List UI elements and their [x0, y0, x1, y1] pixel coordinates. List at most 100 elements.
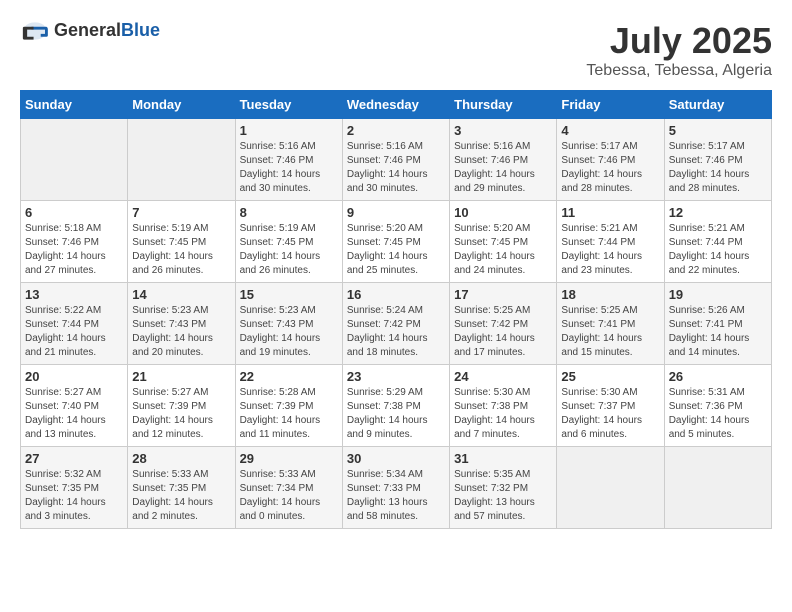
day-cell: 23 Sunrise: 5:29 AMSunset: 7:38 PMDayligh… — [342, 365, 449, 447]
day-number: 16 — [347, 287, 445, 302]
day-number: 22 — [240, 369, 338, 384]
day-detail: Sunrise: 5:19 AMSunset: 7:45 PMDaylight:… — [132, 222, 230, 278]
day-detail: Sunrise: 5:30 AMSunset: 7:38 PMDaylight:… — [454, 386, 552, 442]
day-number: 29 — [240, 451, 338, 466]
day-number: 2 — [347, 123, 445, 138]
day-detail: Sunrise: 5:26 AMSunset: 7:41 PMDaylight:… — [669, 304, 767, 360]
day-number: 24 — [454, 369, 552, 384]
day-cell: 5Sunrise: 5:17 AMSunset: 7:46 PMDaylight… — [664, 119, 771, 201]
day-number: 31 — [454, 451, 552, 466]
day-detail: Sunrise: 5:32 AMSunset: 7:35 PMDaylight:… — [25, 468, 123, 524]
day-number: 25 — [561, 369, 659, 384]
day-number: 11 — [561, 205, 659, 220]
day-detail: Sunrise: 5:31 AMSunset: 7:36 PMDaylight:… — [669, 386, 767, 442]
day-cell: 29 Sunrise: 5:33 AMSunset: 7:34 PMDayligh… — [235, 447, 342, 529]
day-cell: 4Sunrise: 5:17 AMSunset: 7:46 PMDaylight… — [557, 119, 664, 201]
week-row-1: 6 Sunrise: 5:18 AMSunset: 7:46 PMDaylight… — [21, 201, 772, 283]
day-number: 23 — [347, 369, 445, 384]
day-detail: Sunrise: 5:23 AMSunset: 7:43 PMDaylight:… — [132, 304, 230, 360]
logo-text: GeneralBlue — [54, 20, 160, 41]
day-cell: 8 Sunrise: 5:19 AMSunset: 7:45 PMDaylight… — [235, 201, 342, 283]
day-detail: Sunrise: 5:21 AMSunset: 7:44 PMDaylight:… — [561, 222, 659, 278]
header-sunday: Sunday — [21, 91, 128, 119]
header-monday: Monday — [128, 91, 235, 119]
day-detail: Sunrise: 5:18 AMSunset: 7:46 PMDaylight:… — [25, 222, 123, 278]
day-cell: 30 Sunrise: 5:34 AMSunset: 7:33 PMDayligh… — [342, 447, 449, 529]
header-tuesday: Tuesday — [235, 91, 342, 119]
calendar-table: Sunday Monday Tuesday Wednesday Thursday… — [20, 90, 772, 529]
day-detail: Sunrise: 5:17 AMSunset: 7:46 PMDaylight:… — [561, 140, 659, 196]
day-cell: 6 Sunrise: 5:18 AMSunset: 7:46 PMDaylight… — [21, 201, 128, 283]
day-number: 18 — [561, 287, 659, 302]
day-cell: 19 Sunrise: 5:26 AMSunset: 7:41 PMDayligh… — [664, 283, 771, 365]
day-cell: 13 Sunrise: 5:22 AMSunset: 7:44 PMDayligh… — [21, 283, 128, 365]
header-thursday: Thursday — [450, 91, 557, 119]
day-number: 9 — [347, 205, 445, 220]
day-cell: 18 Sunrise: 5:25 AMSunset: 7:41 PMDayligh… — [557, 283, 664, 365]
day-cell: 16Sunrise: 5:24 AMSunset: 7:42 PMDayligh… — [342, 283, 449, 365]
week-row-3: 20Sunrise: 5:27 AMSunset: 7:40 PMDayligh… — [21, 365, 772, 447]
day-cell: 17 Sunrise: 5:25 AMSunset: 7:42 PMDayligh… — [450, 283, 557, 365]
day-detail: Sunrise: 5:19 AMSunset: 7:45 PMDaylight:… — [240, 222, 338, 278]
header-row: Sunday Monday Tuesday Wednesday Thursday… — [21, 91, 772, 119]
day-cell — [128, 119, 235, 201]
day-detail: Sunrise: 5:23 AMSunset: 7:43 PMDaylight:… — [240, 304, 338, 360]
day-number: 17 — [454, 287, 552, 302]
day-cell: 1 Sunrise: 5:16 AMSunset: 7:46 PMDaylight… — [235, 119, 342, 201]
week-row-2: 13 Sunrise: 5:22 AMSunset: 7:44 PMDayligh… — [21, 283, 772, 365]
day-number: 20 — [25, 369, 123, 384]
logo-icon — [20, 21, 50, 41]
day-cell: 26 Sunrise: 5:31 AMSunset: 7:36 PMDayligh… — [664, 365, 771, 447]
day-cell — [21, 119, 128, 201]
day-detail: Sunrise: 5:25 AMSunset: 7:42 PMDaylight:… — [454, 304, 552, 360]
day-detail: Sunrise: 5:29 AMSunset: 7:38 PMDaylight:… — [347, 386, 445, 442]
day-cell: 15Sunrise: 5:23 AMSunset: 7:43 PMDayligh… — [235, 283, 342, 365]
day-cell: 24 Sunrise: 5:30 AMSunset: 7:38 PMDayligh… — [450, 365, 557, 447]
day-detail: Sunrise: 5:22 AMSunset: 7:44 PMDaylight:… — [25, 304, 123, 360]
day-cell: 21 Sunrise: 5:27 AMSunset: 7:39 PMDayligh… — [128, 365, 235, 447]
day-cell: 12 Sunrise: 5:21 AMSunset: 7:44 PMDayligh… — [664, 201, 771, 283]
week-row-4: 27Sunrise: 5:32 AMSunset: 7:35 PMDayligh… — [21, 447, 772, 529]
month-title: July 2025 — [586, 20, 772, 62]
day-cell: 7 Sunrise: 5:19 AMSunset: 7:45 PMDaylight… — [128, 201, 235, 283]
page-header: GeneralBlue July 2025 Tebessa, Tebessa, … — [20, 20, 772, 80]
day-number: 5 — [669, 123, 767, 138]
day-cell: 20Sunrise: 5:27 AMSunset: 7:40 PMDayligh… — [21, 365, 128, 447]
day-number: 13 — [25, 287, 123, 302]
day-number: 7 — [132, 205, 230, 220]
day-cell — [664, 447, 771, 529]
day-detail: Sunrise: 5:16 AMSunset: 7:46 PMDaylight:… — [454, 140, 552, 196]
day-cell: 25 Sunrise: 5:30 AMSunset: 7:37 PMDayligh… — [557, 365, 664, 447]
day-detail: Sunrise: 5:20 AMSunset: 7:45 PMDaylight:… — [347, 222, 445, 278]
day-number: 30 — [347, 451, 445, 466]
week-row-0: 1 Sunrise: 5:16 AMSunset: 7:46 PMDaylight… — [21, 119, 772, 201]
day-detail: Sunrise: 5:30 AMSunset: 7:37 PMDaylight:… — [561, 386, 659, 442]
day-number: 26 — [669, 369, 767, 384]
day-detail: Sunrise: 5:35 AMSunset: 7:32 PMDaylight:… — [454, 468, 552, 524]
day-detail: Sunrise: 5:20 AMSunset: 7:45 PMDaylight:… — [454, 222, 552, 278]
day-number: 6 — [25, 205, 123, 220]
day-number: 10 — [454, 205, 552, 220]
day-detail: Sunrise: 5:21 AMSunset: 7:44 PMDaylight:… — [669, 222, 767, 278]
day-detail: Sunrise: 5:34 AMSunset: 7:33 PMDaylight:… — [347, 468, 445, 524]
header-friday: Friday — [557, 91, 664, 119]
day-number: 21 — [132, 369, 230, 384]
day-detail: Sunrise: 5:33 AMSunset: 7:34 PMDaylight:… — [240, 468, 338, 524]
day-cell — [557, 447, 664, 529]
day-cell: 14 Sunrise: 5:23 AMSunset: 7:43 PMDayligh… — [128, 283, 235, 365]
day-detail: Sunrise: 5:33 AMSunset: 7:35 PMDaylight:… — [132, 468, 230, 524]
day-cell: 27Sunrise: 5:32 AMSunset: 7:35 PMDayligh… — [21, 447, 128, 529]
day-number: 1 — [240, 123, 338, 138]
day-detail: Sunrise: 5:27 AMSunset: 7:39 PMDaylight:… — [132, 386, 230, 442]
day-number: 14 — [132, 287, 230, 302]
day-cell: 11 Sunrise: 5:21 AMSunset: 7:44 PMDayligh… — [557, 201, 664, 283]
day-cell: 9 Sunrise: 5:20 AMSunset: 7:45 PMDaylight… — [342, 201, 449, 283]
logo: GeneralBlue — [20, 20, 160, 41]
day-number: 19 — [669, 287, 767, 302]
day-detail: Sunrise: 5:28 AMSunset: 7:39 PMDaylight:… — [240, 386, 338, 442]
day-detail: Sunrise: 5:25 AMSunset: 7:41 PMDaylight:… — [561, 304, 659, 360]
day-number: 12 — [669, 205, 767, 220]
day-number: 8 — [240, 205, 338, 220]
day-detail: Sunrise: 5:16 AMSunset: 7:46 PMDaylight:… — [240, 140, 338, 196]
header-saturday: Saturday — [664, 91, 771, 119]
